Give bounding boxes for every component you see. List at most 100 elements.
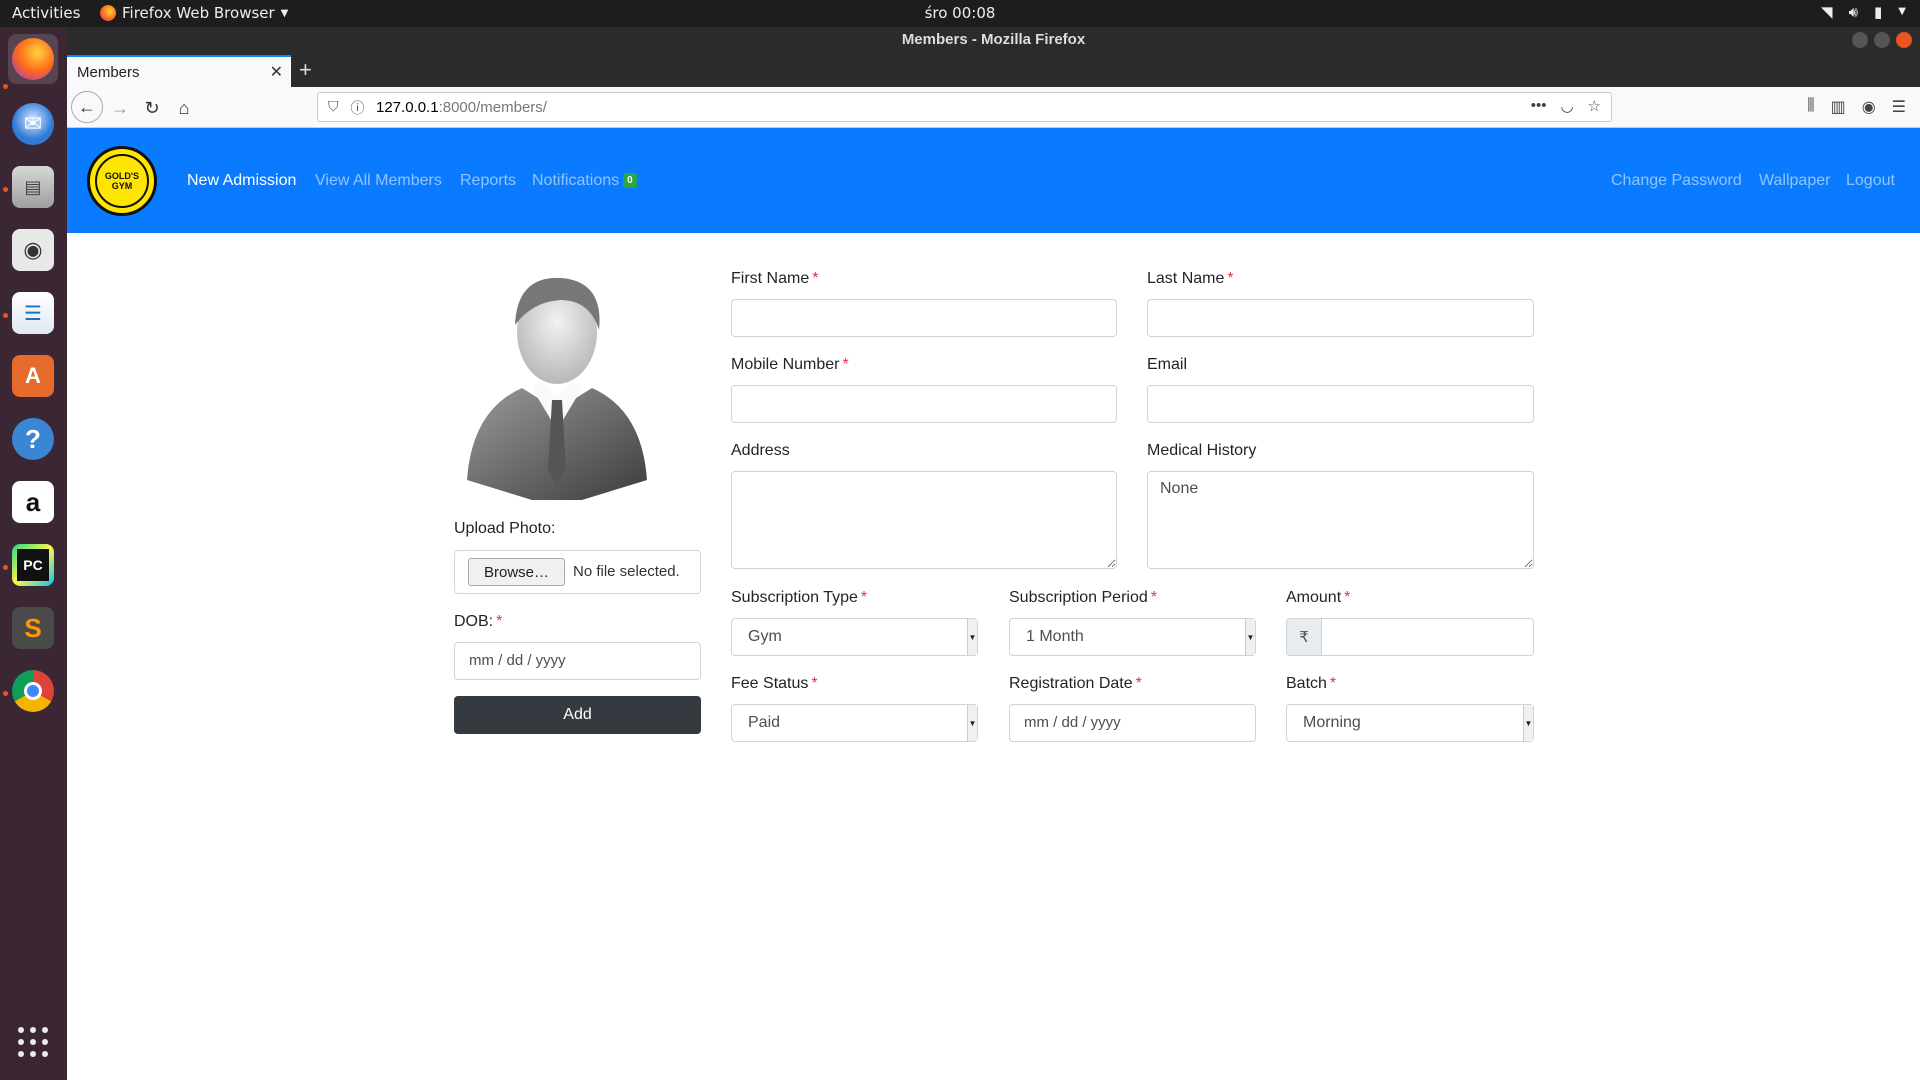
nav-notifications[interactable]: Notifications 0 <box>532 172 637 190</box>
nav-change-password[interactable]: Change Password <box>1611 172 1742 190</box>
dock-chrome[interactable] <box>8 666 58 716</box>
thunderbird-icon: ✉ <box>12 103 54 145</box>
member-avatar-placeholder <box>467 277 647 500</box>
dock-sublime-text[interactable]: S <box>8 603 58 653</box>
dock-firefox[interactable] <box>8 34 58 84</box>
forward-button[interactable]: → <box>107 95 133 121</box>
mobile-number-label-text: Mobile Number <box>731 356 840 373</box>
required-mark: * <box>1344 589 1351 606</box>
ubuntu-dock: ✉ ▤ ◉ ☰ A ? a PC S <box>0 27 67 1080</box>
dock-help[interactable]: ? <box>8 414 58 464</box>
volume-icon[interactable]: 🔊︎ <box>1849 3 1858 21</box>
bookmark-star-icon[interactable]: ☆ <box>1588 97 1601 115</box>
dock-files[interactable]: ▤ <box>8 162 58 212</box>
registration-date-input[interactable]: mm / dd / yyyy <box>1009 704 1256 742</box>
email-input[interactable] <box>1147 385 1534 423</box>
last-name-label: Last Name * <box>1147 270 1234 288</box>
nav-wallpaper[interactable]: Wallpaper <box>1759 172 1830 190</box>
close-window-button[interactable] <box>1896 32 1912 48</box>
reload-button[interactable]: ↻ <box>139 95 165 121</box>
fee-status-select[interactable]: Paid ▼ <box>731 704 978 742</box>
system-top-bar: Activities Firefox Web Browser ▼ śro 00:… <box>0 0 1920 27</box>
account-icon[interactable]: ◉ <box>1862 97 1876 117</box>
nav-new-admission[interactable]: New Admission <box>187 172 296 190</box>
dock-thunderbird[interactable]: ✉ <box>8 99 58 149</box>
batch-select[interactable]: Morning ▼ <box>1286 704 1534 742</box>
new-tab-button[interactable]: + <box>299 57 312 83</box>
dock-amazon[interactable]: a <box>8 477 58 527</box>
required-mark: * <box>1135 675 1142 692</box>
subscription-period-label-text: Subscription Period <box>1009 589 1148 606</box>
nav-reports[interactable]: Reports <box>460 172 516 190</box>
golds-gym-logo[interactable]: GOLD'S GYM <box>87 146 157 216</box>
dock-libreoffice-writer[interactable]: ☰ <box>8 288 58 338</box>
system-menu-arrow-icon[interactable]: ▼ <box>1898 3 1906 21</box>
sublime-icon: S <box>12 607 54 649</box>
running-indicator <box>3 84 8 89</box>
sidebar-icon[interactable]: ▥ <box>1831 97 1846 117</box>
dock-rhythmbox[interactable]: ◉ <box>8 225 58 275</box>
dropdown-arrow-icon: ▼ <box>967 619 977 655</box>
menu-icon[interactable]: ☰ <box>1892 97 1906 117</box>
photo-file-input[interactable]: Browse… No file selected. <box>454 550 701 594</box>
software-bag-icon: A <box>12 355 54 397</box>
chrome-icon <box>12 670 54 712</box>
nav-view-all-members[interactable]: View All Members <box>315 172 442 190</box>
maximize-button[interactable] <box>1874 32 1890 48</box>
last-name-input[interactable] <box>1147 299 1534 337</box>
battery-icon[interactable]: ▮ <box>1874 3 1882 21</box>
email-label: Email <box>1147 356 1188 373</box>
tab-members[interactable]: Members ✕ <box>67 55 291 87</box>
medical-history-label: Medical History <box>1147 442 1257 459</box>
activities-button[interactable]: Activities <box>12 4 80 22</box>
page-actions-icon[interactable]: ••• <box>1531 97 1547 115</box>
amount-input[interactable] <box>1321 618 1534 656</box>
site-navbar: GOLD'S GYM New Admission View All Member… <box>67 128 1920 233</box>
batch-label-text: Batch <box>1286 675 1327 692</box>
amount-label-text: Amount <box>1286 589 1342 606</box>
subscription-period-select[interactable]: 1 Month ▼ <box>1009 618 1256 656</box>
writer-icon: ☰ <box>12 292 54 334</box>
address-textarea[interactable] <box>731 471 1117 569</box>
library-icon[interactable]: ⫼ <box>1807 97 1814 117</box>
home-button[interactable]: ⌂ <box>171 95 197 121</box>
amount-label: Amount * <box>1286 589 1350 607</box>
firefox-icon <box>12 38 54 80</box>
info-icon[interactable]: ⓘ <box>351 98 365 118</box>
wifi-icon[interactable]: ◥ <box>1821 3 1833 21</box>
shield-icon[interactable]: ⛉ <box>328 98 339 118</box>
dock-pycharm[interactable]: PC <box>8 540 58 590</box>
url-bar[interactable]: ⛉ ⓘ 127.0.0.1:8000/members/ ••• ◡ ☆ <box>317 92 1612 122</box>
browse-button[interactable]: Browse… <box>468 558 565 586</box>
show-applications-button[interactable] <box>8 1017 58 1067</box>
nav-logout[interactable]: Logout <box>1846 172 1895 190</box>
subscription-type-select[interactable]: Gym ▼ <box>731 618 978 656</box>
registration-date-label-text: Registration Date <box>1009 675 1133 692</box>
firefox-icon <box>100 5 116 21</box>
add-button[interactable]: Add <box>454 696 701 734</box>
fee-status-label: Fee Status * <box>731 675 818 693</box>
batch-label: Batch * <box>1286 675 1336 693</box>
upload-photo-label: Upload Photo: <box>454 520 556 537</box>
clock[interactable]: śro 00:08 <box>925 4 996 22</box>
mobile-number-input[interactable] <box>731 385 1117 423</box>
running-indicator <box>3 691 8 696</box>
window-title-bar: Members - Mozilla Firefox <box>67 27 1920 53</box>
no-file-text: No file selected. <box>573 563 680 580</box>
back-button[interactable]: ← <box>71 91 103 123</box>
subscription-type-label-text: Subscription Type <box>731 589 858 606</box>
minimize-button[interactable] <box>1852 32 1868 48</box>
pocket-icon[interactable]: ◡ <box>1560 97 1573 115</box>
close-tab-icon[interactable]: ✕ <box>270 62 283 82</box>
url-host: 127.0.0.1 <box>376 99 439 116</box>
dock-ubuntu-software[interactable]: A <box>8 351 58 401</box>
dob-input[interactable]: mm / dd / yyyy <box>454 642 701 680</box>
app-menu[interactable]: Firefox Web Browser ▼ <box>100 4 288 22</box>
first-name-label-text: First Name <box>731 270 810 287</box>
first-name-input[interactable] <box>731 299 1117 337</box>
files-icon: ▤ <box>12 166 54 208</box>
medical-history-textarea[interactable]: None <box>1147 471 1534 569</box>
fee-status-label-text: Fee Status <box>731 675 809 692</box>
url-path: :8000/members/ <box>438 99 547 116</box>
dropdown-arrow-icon: ▼ <box>967 705 977 741</box>
